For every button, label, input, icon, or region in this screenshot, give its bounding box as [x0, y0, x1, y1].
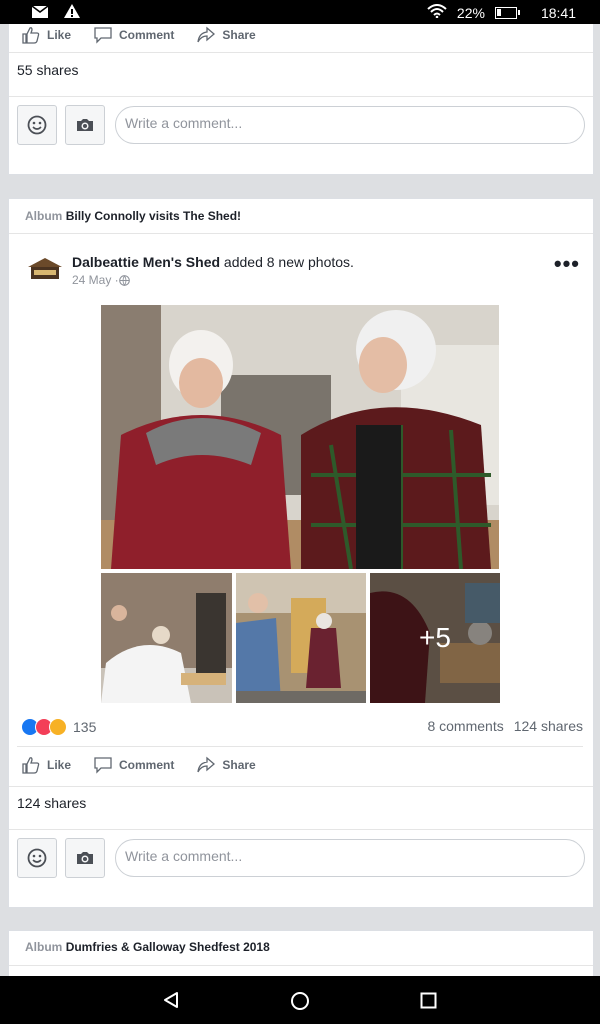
- more-photos-count: +5: [370, 573, 500, 703]
- navigation-bar: [0, 976, 600, 1024]
- photo-main[interactable]: [101, 305, 499, 569]
- thumbs-up-icon: [22, 27, 40, 44]
- like-button[interactable]: Like: [21, 756, 71, 774]
- album-name[interactable]: Dumfries & Galloway Shedfest 2018: [66, 940, 270, 954]
- camera-icon: [77, 852, 93, 864]
- shed-logo-icon: [26, 251, 64, 289]
- mail-icon: [31, 4, 49, 21]
- warning-icon: [64, 4, 80, 21]
- reaction-icons: [21, 718, 67, 736]
- divider: [9, 829, 593, 830]
- more-options-icon[interactable]: •••: [554, 251, 580, 277]
- comment-button[interactable]: Comment: [93, 26, 174, 44]
- post-card: Like Comment Share 55 shares Write a com…: [8, 24, 594, 175]
- thumbs-up-icon: [22, 757, 40, 774]
- wifi-icon: [427, 4, 447, 21]
- comment-composer: Write a comment...: [17, 105, 585, 145]
- author-name[interactable]: Dalbeattie Men's Shed: [72, 254, 220, 270]
- photo-button[interactable]: [65, 838, 105, 878]
- album-label: Album: [25, 209, 63, 223]
- back-icon[interactable]: [162, 991, 180, 1009]
- smiley-icon: [27, 115, 47, 135]
- comments-count[interactable]: 8 comments: [427, 718, 503, 734]
- clock: 18:41: [540, 4, 576, 21]
- share-icon: [197, 756, 216, 773]
- smiley-icon: [27, 848, 47, 868]
- avatar[interactable]: [26, 251, 64, 289]
- camera-icon: [77, 119, 93, 131]
- globe-icon: [118, 274, 130, 286]
- post-actions: Like Comment Share: [15, 26, 256, 44]
- post-header: Dalbeattie Men's Shed added 8 new photos…: [72, 254, 354, 270]
- share-button[interactable]: Share: [196, 26, 256, 44]
- engagement-counts: 8 comments 124 shares: [427, 718, 583, 734]
- divider: [9, 786, 593, 787]
- shares-count[interactable]: 124 shares: [9, 795, 86, 811]
- post-actions: Like Comment Share: [15, 756, 256, 774]
- shares-count[interactable]: 55 shares: [9, 62, 78, 78]
- album-header[interactable]: Album Dumfries & Galloway Shedfest 2018: [25, 940, 270, 954]
- battery-percentage: 22%: [456, 4, 485, 21]
- home-icon[interactable]: [290, 991, 310, 1011]
- album-label: Album: [25, 940, 63, 954]
- divider: [9, 233, 593, 234]
- battery-icon: [494, 6, 520, 19]
- photo-button[interactable]: [65, 105, 105, 145]
- divider: [9, 52, 593, 53]
- comment-composer: Write a comment...: [17, 838, 585, 878]
- comment-input[interactable]: Write a comment...: [115, 839, 585, 877]
- photo-thumbnail[interactable]: [236, 573, 366, 703]
- share-button[interactable]: Share: [196, 756, 256, 774]
- reactions-summary[interactable]: 135: [21, 718, 96, 736]
- photo-thumbnail[interactable]: [101, 573, 232, 703]
- comment-icon: [94, 27, 112, 44]
- photo-thumbnail-more[interactable]: +5: [370, 573, 500, 703]
- share-icon: [197, 26, 216, 43]
- post-meta: 24 May ·: [72, 273, 130, 287]
- like-button[interactable]: Like: [21, 26, 71, 44]
- post-date[interactable]: 24 May ·: [72, 273, 119, 287]
- album-name[interactable]: Billy Connolly visits The Shed!: [66, 209, 241, 223]
- comment-icon: [94, 757, 112, 774]
- album-header[interactable]: Album Billy Connolly visits The Shed!: [25, 209, 241, 223]
- post-card: Album Billy Connolly visits The Shed! Da…: [8, 198, 594, 908]
- comment-button[interactable]: Comment: [93, 756, 174, 774]
- recents-icon[interactable]: [420, 992, 437, 1009]
- haha-reaction-icon: [49, 718, 67, 736]
- shares-count-link[interactable]: 124 shares: [514, 718, 583, 734]
- divider: [9, 965, 593, 966]
- emoji-button[interactable]: [17, 838, 57, 878]
- post-action-text: added 8 new photos.: [220, 254, 354, 270]
- divider: [17, 746, 583, 747]
- status-bar: 22% 18:41: [0, 0, 600, 24]
- divider: [9, 96, 593, 97]
- reaction-count: 135: [73, 719, 97, 735]
- emoji-button[interactable]: [17, 105, 57, 145]
- comment-input[interactable]: Write a comment...: [115, 106, 585, 144]
